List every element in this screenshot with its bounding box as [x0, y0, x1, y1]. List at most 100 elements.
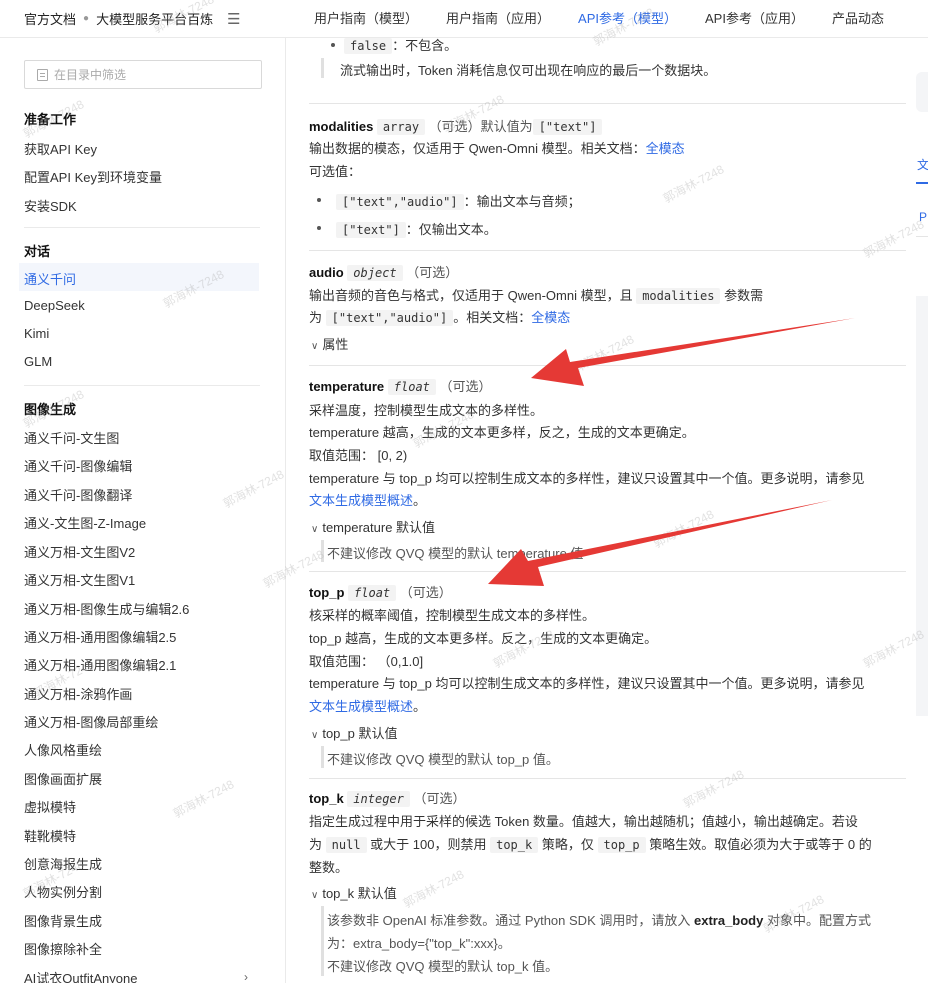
section-divider	[309, 571, 906, 572]
desc-text: 参数需	[724, 288, 764, 303]
sidebar-item[interactable]: 图像背景生成	[24, 911, 102, 930]
code-false: false	[344, 38, 393, 54]
expander-label: 属性	[322, 337, 349, 352]
sidebar-item[interactable]: 通义万相-图像生成与编辑2.6	[24, 599, 189, 618]
sidebar-item[interactable]: 通义万相-通用图像编辑2.1	[24, 655, 176, 674]
sidebar-item[interactable]: 人像风格重绘	[24, 740, 102, 759]
link-omni[interactable]: 全模态	[646, 141, 685, 156]
tab-user-guide-app[interactable]: 用户指南（应用）	[446, 0, 550, 38]
sidebar-item[interactable]: AI试衣OutfitAnyone	[24, 968, 137, 983]
sidebar-item[interactable]: 创意海报生成	[24, 854, 102, 873]
top-k-default-expander[interactable]: ∨ top_k 默认值	[311, 883, 397, 902]
section-divider	[309, 103, 906, 104]
sidebar-item-deepseek[interactable]: DeepSeek	[24, 298, 85, 313]
param-name: top_k	[309, 791, 344, 806]
param-desc: 整数。	[309, 860, 349, 875]
properties-expander[interactable]: ∨ 属性	[311, 334, 348, 353]
sidebar-item[interactable]: 通义万相-文生图V1	[24, 570, 135, 589]
value-desc: ：仅输出文本。	[405, 222, 497, 237]
desc-text: 输出数据的模态，仅适用于 Qwen-Omni 模型。相关文档：	[309, 141, 646, 156]
section-divider	[309, 778, 906, 779]
default-note: 不建议修改 QVQ 模型的默认 top_p 值。	[327, 752, 559, 767]
link-omni[interactable]: 全模态	[531, 310, 570, 325]
scroll-track[interactable]	[916, 296, 928, 716]
toc-label[interactable]: 文	[917, 156, 928, 173]
sidebar-item-install-sdk[interactable]: 安装SDK	[24, 196, 77, 215]
toc-active-line	[916, 182, 928, 184]
desc-text: 策略，仅	[541, 837, 594, 852]
sidebar-item-get-api-key[interactable]: 获取API Key	[24, 139, 97, 158]
default-note: 为：extra_body={"top_k":xxx}。	[327, 936, 511, 951]
param-temperature-header: temperature float （可选）	[309, 376, 492, 395]
tab-api-reference-model[interactable]: API参考（模型）	[578, 0, 677, 38]
param-type: integer	[347, 791, 410, 807]
tab-product-updates[interactable]: 产品动态	[832, 0, 884, 38]
param-audio-desc-2: 为 ["text","audio"] 。相关文档：全模态	[309, 307, 570, 326]
tab-user-guide-model[interactable]: 用户指南（模型）	[314, 0, 418, 38]
param-default: ["text"]	[532, 119, 603, 135]
product-name[interactable]: 大模型服务平台百炼	[96, 9, 213, 28]
desc-text: 或大于 100，则禁用	[370, 837, 487, 852]
note-text: 对象中。配置方式	[766, 913, 871, 928]
code-modalities: modalities	[636, 288, 721, 304]
section-divider	[309, 250, 906, 251]
param-desc: top_p 越高，生成的文本更多样。反之，生成的文本更确定。	[309, 631, 658, 646]
param-name: top_p	[309, 585, 345, 600]
sidebar-filter-input[interactable]: 在目录中筛选	[24, 60, 262, 89]
hamburger-icon[interactable]: ☰	[227, 10, 240, 28]
sidebar-item[interactable]: 通义千问-图像翻译	[24, 485, 132, 504]
param-link-line: 文本生成模型概述。	[309, 696, 426, 715]
sidebar-item-qwen[interactable]: 通义千问	[24, 269, 76, 288]
expander-label: top_p 默认值	[322, 726, 398, 741]
sidebar-item-config-api-key[interactable]: 配置API Key到环境变量	[24, 167, 162, 186]
param-top-p-header: top_p float （可选）	[309, 582, 452, 601]
sidebar-item[interactable]: 人物实例分割	[24, 882, 102, 901]
note-bold: extra_body	[693, 913, 764, 928]
param-optional: （可选）	[406, 265, 459, 280]
punct: 。	[413, 493, 427, 508]
sidebar-item[interactable]: 图像画面扩展	[24, 769, 102, 788]
sidebar-item[interactable]: 通义万相-涂鸦作画	[24, 684, 132, 703]
param-desc: 指定生成过程中用于采样的候选 Token 数量。值越大，输出越随机；值越小，输出…	[309, 814, 858, 829]
sidebar-item[interactable]: 通义万相-图像局部重绘	[24, 712, 158, 731]
sidebar-item[interactable]: 虚拟模特	[24, 797, 76, 816]
sidebar-item[interactable]: 通义千问-图像编辑	[24, 456, 132, 475]
sidebar-group-title: 准备工作	[24, 112, 77, 127]
param-type: object	[347, 265, 403, 281]
code-null: null	[325, 837, 367, 853]
default-note: 该参数非 OpenAI 标准参数。通过 Python SDK 调用时，请放入 e…	[327, 910, 871, 929]
desc-text: 输出音频的音色与格式，仅适用于 Qwen-Omni 模型，且	[309, 288, 633, 303]
sidebar-item[interactable]: 通义万相-通用图像编辑2.5	[24, 627, 176, 646]
value-item: ["text"] ：仅输出文本。	[336, 219, 497, 238]
param-range: 取值范围： （0,1.0]	[309, 654, 424, 669]
param-type: float	[348, 585, 397, 601]
param-link-line: 文本生成模型概述。	[309, 490, 426, 509]
sidebar-item[interactable]: 通义-文生图-Z-Image	[24, 513, 146, 532]
sidebar-item[interactable]: 通义千问-文生图	[24, 428, 119, 447]
param-optional: （可选）	[413, 791, 466, 806]
toc-label[interactable]: P	[919, 210, 927, 224]
sidebar-item-glm[interactable]: GLM	[24, 354, 52, 369]
chevron-right-icon[interactable]: ›	[244, 970, 248, 983]
sidebar-item[interactable]: 通义万相-文生图V2	[24, 542, 135, 561]
note-bar	[321, 906, 324, 976]
link-text-gen-overview[interactable]: 文本生成模型概述	[309, 699, 413, 714]
param-optional: （可选）	[439, 379, 492, 394]
bullet	[331, 43, 335, 47]
expander-label: temperature 默认值	[322, 520, 436, 535]
link-text-gen-overview[interactable]: 文本生成模型概述	[309, 493, 413, 508]
top-p-default-expander[interactable]: ∨ top_p 默认值	[311, 723, 397, 742]
desc-text: 策略生效。取值必须为大于或等于 0 的	[649, 837, 872, 852]
param-name: audio	[309, 265, 344, 280]
tab-api-reference-app[interactable]: API参考（应用）	[705, 0, 804, 38]
chevron-down-icon: ∨	[311, 890, 319, 901]
sidebar-item[interactable]: 鞋靴模特	[24, 826, 76, 845]
brand-docs-link[interactable]: 官方文档	[24, 9, 76, 28]
right-rail: 文 P	[906, 38, 928, 983]
sidebar-item-kimi[interactable]: Kimi	[24, 326, 49, 341]
sidebar-divider	[24, 227, 260, 228]
chevron-down-icon: ∨	[311, 730, 319, 741]
temperature-default-expander[interactable]: ∨ temperature 默认值	[311, 517, 435, 536]
sidebar-item[interactable]: 图像擦除补全	[24, 939, 102, 958]
desc-text: 为	[309, 310, 323, 325]
